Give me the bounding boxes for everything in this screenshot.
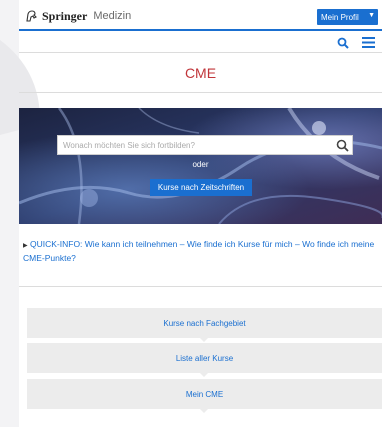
nav-item-label: Mein CME — [185, 389, 224, 399]
or-label: oder — [192, 160, 209, 169]
page-container: Springer Medizin Mein Profil ▼ CME Wonac… — [19, 0, 382, 427]
header-bar: Springer Medizin Mein Profil ▼ — [19, 0, 382, 30]
quick-info-link[interactable]: ▶ QUICK-INFO: Wie kann ich teilnehmen – … — [19, 238, 382, 264]
nav-courses-by-specialty[interactable]: Kurse nach Fachgebiet — [27, 308, 382, 342]
notch — [199, 337, 209, 342]
course-search-box — [57, 135, 353, 155]
divider — [19, 92, 382, 93]
nav-item-label: Kurse nach Fachgebiet — [163, 318, 246, 328]
logo-subbrand: Medizin — [93, 10, 132, 22]
divider — [19, 52, 382, 53]
my-profile-label: Mein Profil — [321, 12, 359, 22]
search-icon[interactable] — [336, 139, 349, 152]
springer-logo[interactable]: Springer Medizin — [24, 7, 131, 25]
divider — [19, 286, 382, 287]
search-icon[interactable] — [337, 37, 349, 49]
page-title: CME — [184, 65, 217, 81]
hamburger-menu-icon[interactable] — [362, 37, 375, 48]
triangle-right-icon: ▶ — [23, 243, 28, 249]
icon-bar — [19, 31, 382, 51]
springer-horse-icon — [26, 10, 37, 22]
course-search-input[interactable] — [58, 136, 328, 154]
logo-brand: Springer — [42, 8, 88, 23]
courses-by-journal-button[interactable]: Kurse nach Zeitschriften — [150, 179, 252, 196]
hero-banner: oder Kurse nach Zeitschriften — [19, 108, 382, 224]
my-profile-button[interactable]: Mein Profil ▼ — [317, 9, 378, 25]
nav-all-courses[interactable]: Liste aller Kurse — [27, 343, 382, 377]
caret-down-icon: ▼ — [368, 12, 375, 19]
notch — [199, 372, 209, 377]
quick-info-text: QUICK-INFO: Wie kann ich teilnehmen – Wi… — [23, 239, 375, 263]
notch — [199, 408, 209, 413]
nav-item-label: Liste aller Kurse — [175, 353, 234, 363]
nav-my-cme[interactable]: Mein CME — [27, 379, 382, 413]
